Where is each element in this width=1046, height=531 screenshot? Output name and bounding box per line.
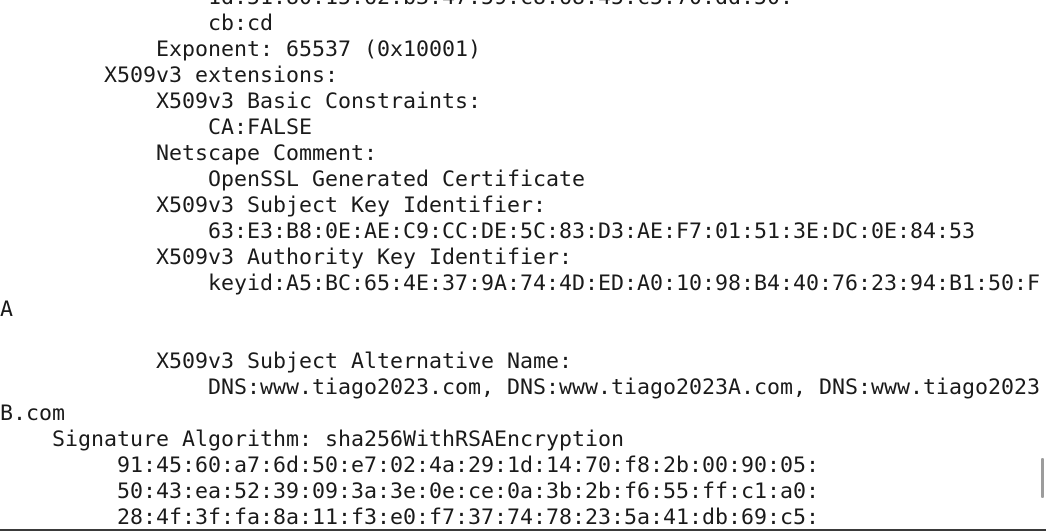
terminal-window[interactable]: 1d:51:80:15:62:b3:47:59:c8:68:45:c5:70:d… — [0, 0, 1046, 531]
terminal-line: A — [0, 297, 14, 322]
terminal-line: 91:45:60:a7:6d:50:e7:02:4a:29:1d:14:70:f… — [0, 453, 820, 478]
terminal-line: 28:4f:3f:fa:8a:11:f3:e0:f7:37:74:78:23:5… — [0, 505, 820, 530]
terminal-output: 1d:51:80:15:62:b3:47:59:c8:68:45:c5:70:d… — [0, 0, 1040, 531]
terminal-line: CA:FALSE — [0, 115, 313, 140]
terminal-line: X509v3 extensions: — [0, 63, 339, 88]
terminal-line: 1d:51:80:15:62:b3:47:59:c8:68:45:c5:70:d… — [0, 0, 1040, 11]
terminal-line: B.com — [0, 401, 66, 426]
terminal-line: DNS:www.tiago2023.com, DNS:www.tiago2023… — [0, 375, 1041, 400]
terminal-line: Signature Algorithm: sha256WithRSAEncryp… — [0, 427, 625, 452]
terminal-line: Netscape Comment: — [0, 141, 378, 166]
terminal-line: OpenSSL Generated Certificate — [0, 167, 586, 192]
terminal-line: X509v3 Basic Constraints: — [0, 89, 482, 114]
terminal-line: keyid:A5:BC:65:4E:37:9A:74:4D:ED:A0:10:9… — [0, 271, 1041, 296]
terminal-line: 50:43:ea:52:39:09:3a:3e:0e:ce:0a:3b:2b:f… — [0, 479, 820, 504]
terminal-line: cb:cd — [0, 11, 274, 36]
terminal-line: Exponent: 65537 (0x10001) — [0, 37, 482, 62]
terminal-line: X509v3 Subject Alternative Name: — [0, 349, 573, 374]
terminal-line: X509v3 Authority Key Identifier: — [0, 245, 573, 270]
terminal-line: 63:E3:B8:0E:AE:C9:CC:DE:5C:83:D3:AE:F7:0… — [0, 219, 976, 244]
terminal-line: X509v3 Subject Key Identifier: — [0, 193, 547, 218]
scrollbar-thumb[interactable] — [1041, 458, 1044, 498]
